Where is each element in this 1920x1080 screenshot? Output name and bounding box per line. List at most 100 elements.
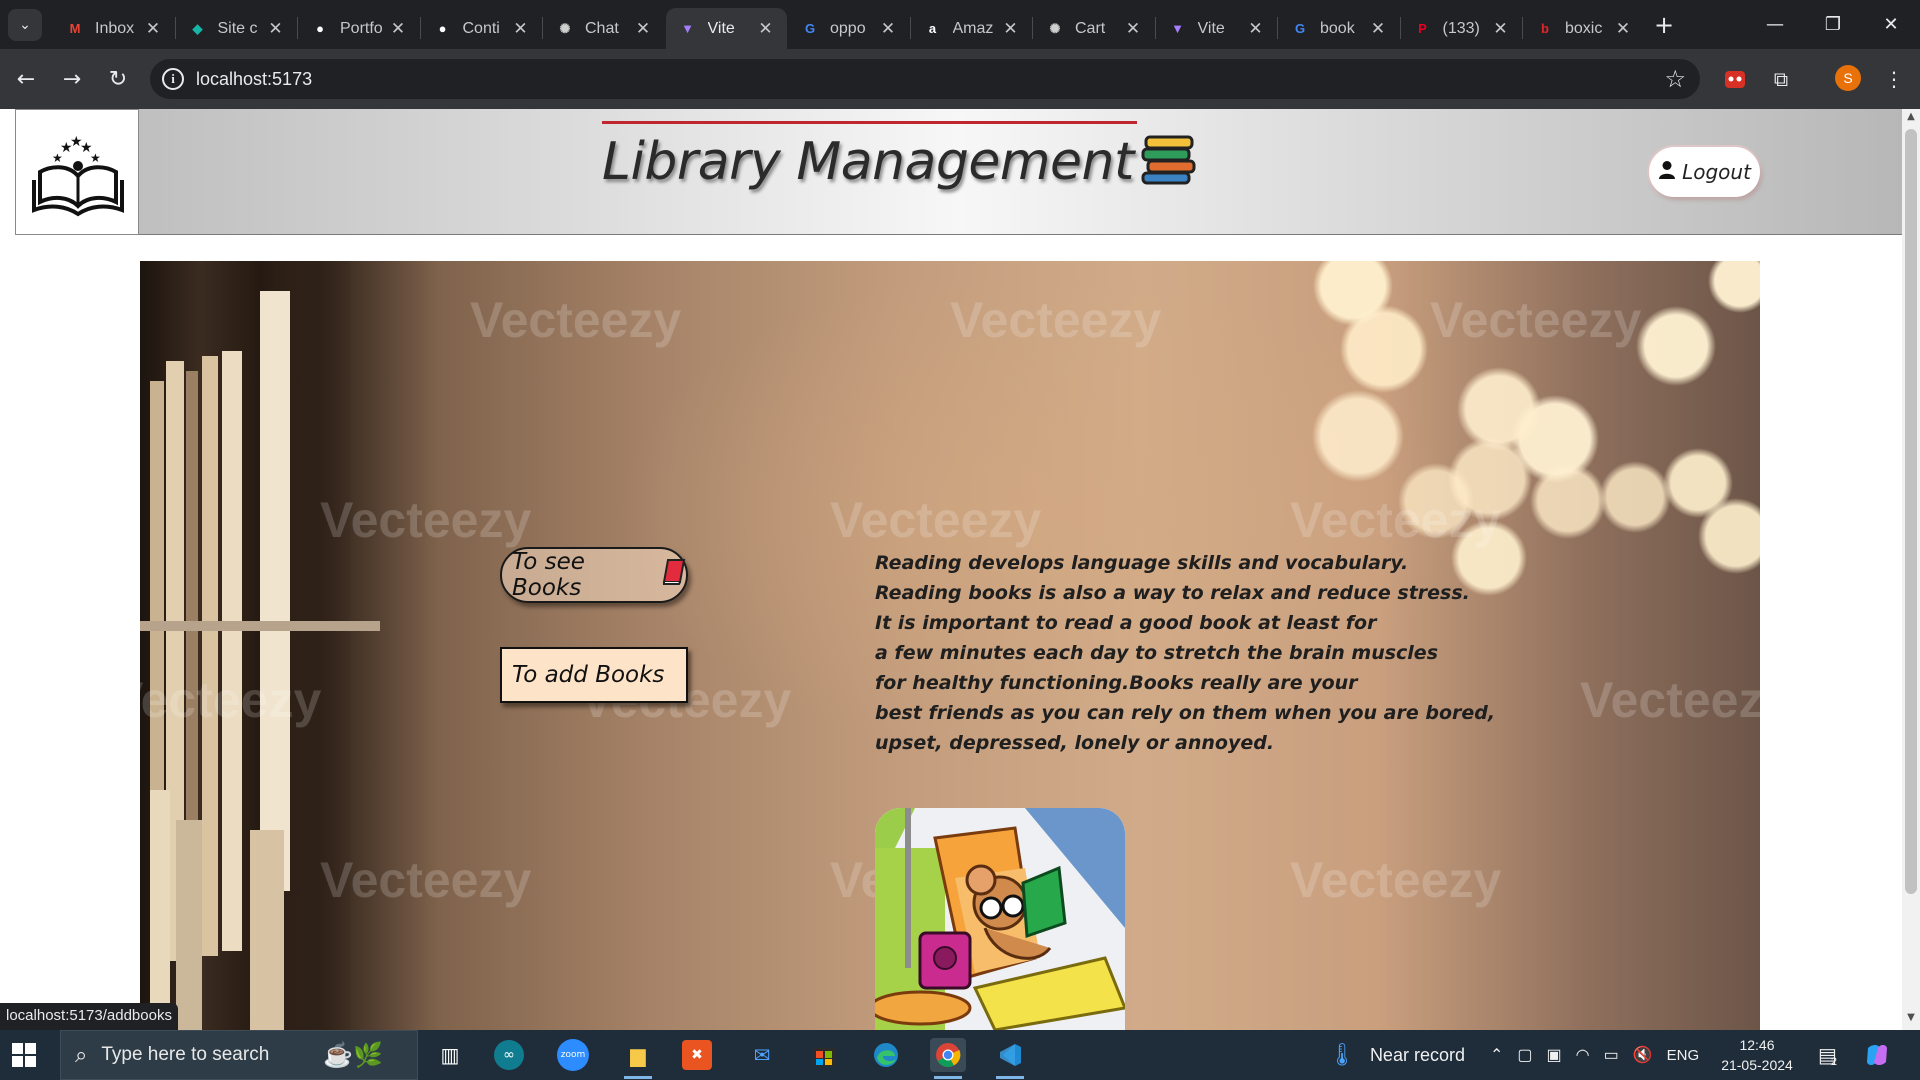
browser-tab[interactable]: ● Conti ✕	[421, 8, 542, 49]
battery-icon[interactable]: ▭	[1604, 1045, 1619, 1065]
reload-icon[interactable]: ↻	[102, 63, 134, 95]
tab-label: (133)	[1442, 19, 1480, 37]
tab-close-icon[interactable]: ✕	[1367, 19, 1389, 39]
user-icon	[1658, 160, 1676, 185]
tab-close-icon[interactable]: ✕	[1000, 19, 1022, 39]
watermark: Vecteezy	[1430, 292, 1642, 348]
see-books-button[interactable]: To see Books	[500, 547, 688, 603]
browser-tab[interactable]: b boxic ✕	[1523, 8, 1644, 49]
tab-close-icon[interactable]: ✕	[387, 19, 409, 39]
zoom-icon[interactable]: zoom	[557, 1039, 589, 1071]
volume-muted-icon[interactable]: 🔇	[1633, 1045, 1653, 1065]
file-explorer-icon[interactable]: ▆	[620, 1038, 656, 1079]
tab-close-icon[interactable]: ✕	[510, 19, 532, 39]
browser-tab[interactable]: ● Portfo ✕	[298, 8, 419, 49]
xampp-icon[interactable]: ✖	[682, 1040, 712, 1070]
new-tab-button[interactable]: +	[1650, 11, 1678, 39]
notification-center[interactable]: ▤ 2	[1818, 1030, 1837, 1080]
menu-kebab-icon[interactable]: ⋮	[1878, 63, 1910, 95]
browser-tab[interactable]: ▼ Vite ✕	[665, 8, 787, 49]
forward-arrow-icon[interactable]: →	[56, 63, 88, 95]
browser-tab[interactable]: ▼ Vite ✕	[1156, 8, 1277, 49]
tab-label: Inbox	[95, 19, 135, 37]
vscode-icon[interactable]	[992, 1038, 1028, 1079]
url-text[interactable]: localhost:5173	[196, 69, 312, 90]
watermark: Vecteezy	[830, 492, 1042, 548]
tab-search-button[interactable]: ⌄	[8, 9, 42, 41]
restore-icon[interactable]: ❐	[1804, 0, 1862, 49]
wifi-icon[interactable]: ◠	[1576, 1045, 1590, 1065]
tab-close-icon[interactable]: ✕	[1612, 19, 1634, 39]
scroll-thumb[interactable]	[1905, 129, 1917, 894]
quote-line: Reading books is also a way to relax and…	[875, 582, 1470, 604]
meet-now-icon[interactable]: ▢	[1517, 1045, 1532, 1065]
back-arrow-icon[interactable]: ←	[10, 63, 42, 95]
library-logo[interactable]: ★ ★ ★ ★ ★	[15, 109, 139, 235]
weather-text: Near record	[1369, 1044, 1465, 1065]
boxicons-icon: b	[1541, 21, 1549, 36]
browser-tab[interactable]: M Inbox ✕	[53, 8, 174, 49]
watermark: Vecteezy	[320, 492, 532, 548]
browser-tab[interactable]: ✺ Chat ✕	[543, 8, 664, 49]
tab-label: Cart	[1075, 19, 1106, 37]
reading-cartoon-image	[875, 808, 1125, 1030]
tab-close-icon[interactable]: ✕	[877, 19, 899, 39]
display-icon[interactable]: ▣	[1547, 1045, 1562, 1065]
tab-close-icon[interactable]: ✕	[1245, 19, 1267, 39]
tab-label: Portfo	[340, 19, 383, 37]
address-bar[interactable]: i localhost:5173 ☆	[150, 59, 1700, 99]
weather-widget[interactable]: 🌡 Near record	[1328, 1030, 1465, 1080]
scroll-up-icon[interactable]: ▲	[1902, 111, 1920, 127]
tab-close-icon[interactable]: ✕	[755, 19, 777, 39]
browser-tab-strip: ⌄ M Inbox ✕ ◆ Site c ✕ ● Portfo ✕ ● Conti ✕ ✺ Chat ✕ ▼ V…	[0, 0, 1920, 49]
profile-avatar[interactable]: S	[1835, 65, 1861, 91]
tab-close-icon[interactable]: ✕	[632, 19, 654, 39]
tab-close-icon[interactable]: ✕	[1490, 19, 1512, 39]
task-view-icon[interactable]: ▥	[432, 1038, 468, 1072]
windows-start-icon[interactable]	[12, 1043, 36, 1067]
quote-line: It is important to read a good book at l…	[875, 612, 1377, 634]
vite-icon: ▼	[1171, 21, 1184, 36]
browser-tab[interactable]: ✺ Cart ✕	[1033, 8, 1154, 49]
microsoft-store-icon[interactable]	[806, 1038, 842, 1072]
browser-toolbar: ← → ↻ i localhost:5173 ☆ ⧉ S ⋮	[0, 49, 1920, 109]
app-title: Library Management	[602, 132, 1134, 192]
extension-red-icon[interactable]	[1719, 63, 1751, 95]
tab-close-icon[interactable]: ✕	[265, 19, 287, 39]
taskbar-search-placeholder: Type here to search	[101, 1044, 270, 1065]
browser-tab[interactable]: a Amaz ✕	[911, 8, 1032, 49]
mail-icon[interactable]: ✉	[744, 1038, 780, 1072]
windows-taskbar: ⌕ Type here to search ☕🌿 ▥ ∞ zoom ▆ ✖ ✉ …	[0, 1030, 1920, 1080]
minimize-icon[interactable]: —	[1746, 0, 1804, 49]
taskbar-clock[interactable]: 12:46 21-05-2024	[1712, 1035, 1802, 1075]
bookmark-star-icon[interactable]: ☆	[1664, 65, 1686, 93]
gmail-icon: M	[69, 21, 81, 36]
tab-label: Vite	[707, 19, 735, 37]
openai-icon: ✺	[1049, 20, 1061, 36]
tab-close-icon[interactable]: ✕	[142, 19, 164, 39]
red-book-icon	[660, 558, 686, 592]
browser-tab[interactable]: ◆ Site c ✕	[176, 8, 297, 49]
quote-line: for healthy functioning.Books really are…	[875, 672, 1358, 694]
page-scrollbar[interactable]: ▲ ▼	[1902, 109, 1920, 1030]
copilot-icon[interactable]	[1864, 1030, 1890, 1080]
edge-icon[interactable]	[868, 1038, 904, 1072]
thermometer-icon: 🌡	[1328, 1042, 1356, 1067]
browser-tab[interactable]: Gbook ✕	[1278, 8, 1399, 49]
taskbar-search-box[interactable]: ⌕ Type here to search ☕🌿	[60, 1030, 418, 1080]
add-books-button[interactable]: To add Books	[500, 647, 688, 703]
tab-close-icon[interactable]: ✕	[1122, 19, 1144, 39]
language-indicator[interactable]: ENG	[1667, 1047, 1700, 1064]
book-spine-decoration	[176, 820, 202, 1030]
chrome-icon[interactable]	[930, 1038, 966, 1079]
extensions-puzzle-icon[interactable]: ⧉	[1765, 63, 1797, 95]
scroll-down-icon[interactable]: ▼	[1902, 1012, 1920, 1028]
logout-button[interactable]: Logout	[1649, 147, 1760, 197]
browser-tab[interactable]: Goppo ✕	[788, 8, 909, 49]
site-info-icon[interactable]: i	[162, 68, 184, 90]
arduino-icon[interactable]: ∞	[494, 1040, 524, 1070]
browser-tab[interactable]: P (133) ✕	[1401, 8, 1522, 49]
tray-chevron-icon[interactable]: ⌃	[1490, 1045, 1503, 1065]
close-window-icon[interactable]: ✕	[1862, 0, 1920, 49]
chatgpt-icon: ✺	[559, 20, 571, 36]
